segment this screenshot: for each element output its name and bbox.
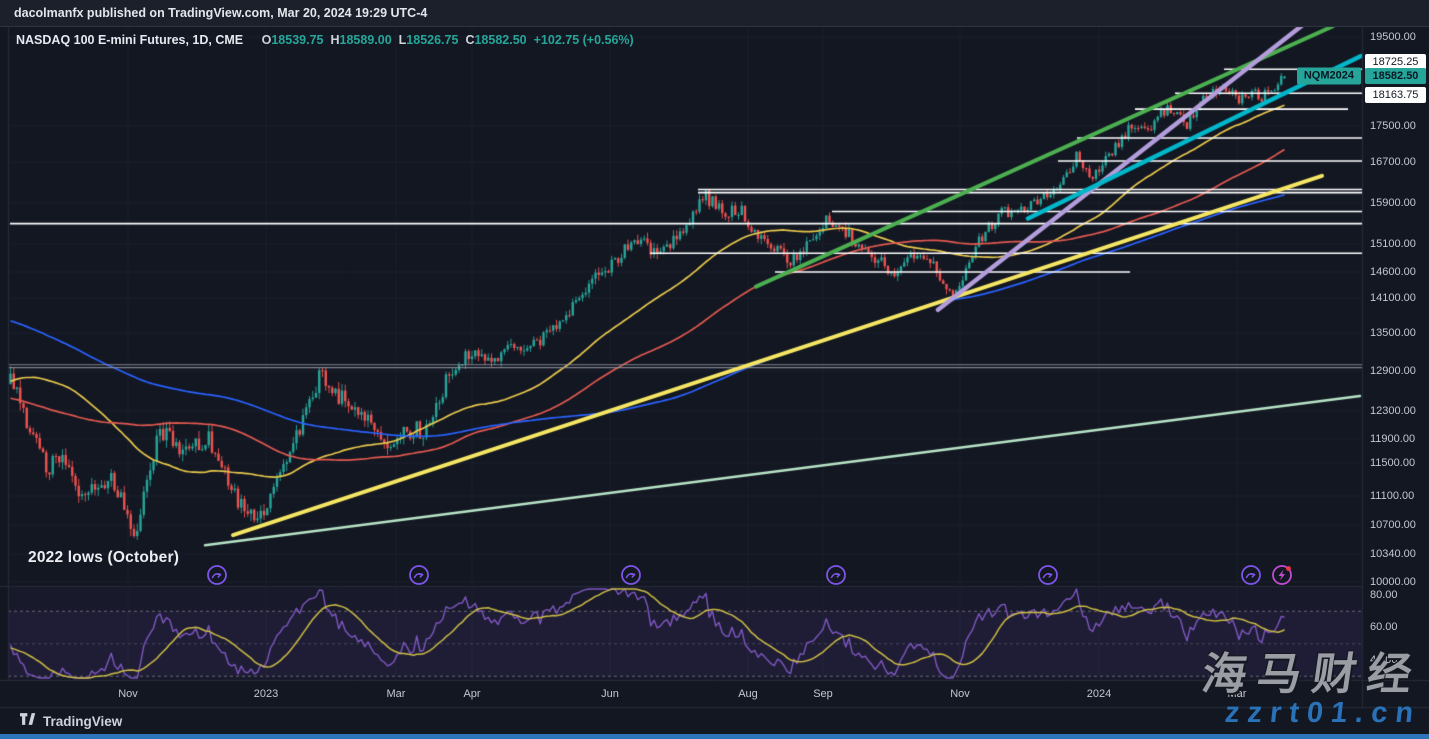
ohlc-close-value: 18582.50 (474, 33, 526, 47)
trend-arrow-drawing-icon[interactable] (620, 564, 642, 586)
trend-arrow-drawing-icon[interactable] (206, 564, 228, 586)
price-scale-label: 10340.00 (1370, 548, 1416, 560)
price-scale-label: 10700.00 (1370, 519, 1416, 531)
price-scale-label: 10000.00 (1370, 576, 1416, 588)
time-scale-label: Jun (601, 688, 619, 700)
ohlc-low-value: 18526.75 (406, 33, 458, 47)
trend-arrow-drawing-icon[interactable] (1037, 564, 1059, 586)
price-scale-label: 12900.00 (1370, 365, 1416, 377)
price-scale-label: 15100.00 (1370, 238, 1416, 250)
flash-drawing-icon[interactable] (1271, 564, 1293, 586)
price-scale-label: 19500.00 (1370, 31, 1416, 43)
time-scale-label: Mar (387, 688, 406, 700)
price-chart-canvas[interactable] (0, 0, 1429, 739)
tradingview-published-chart: { "publish_bar": { "text": "dacolmanfx p… (0, 0, 1429, 739)
price-scale-label: 11900.00 (1370, 433, 1415, 445)
trend-arrow-drawing-icon[interactable] (825, 564, 847, 586)
publish-text: dacolmanfx published on TradingView.com,… (14, 6, 427, 20)
chart-legend: NASDAQ 100 E-mini Futures, 1D, CME O1853… (16, 33, 634, 47)
tradingview-logo-text: TradingView (43, 714, 122, 729)
watermark-cjk: 海马财经 (1199, 638, 1428, 702)
time-scale-label: Aug (738, 688, 758, 700)
change-value: +102.75 (+0.56%) (534, 33, 634, 47)
rsi-scale-label: 80.00 (1370, 589, 1398, 601)
publish-bar: dacolmanfx published on TradingView.com,… (0, 0, 1429, 27)
time-scale-label: 2024 (1087, 688, 1111, 700)
tradingview-logo[interactable]: TradingView (20, 712, 122, 731)
trend-arrow-drawing-icon[interactable] (408, 564, 430, 586)
time-axis[interactable]: Nov2023MarAprJunAugSepNov2024Mar (0, 681, 1362, 707)
price-scale-label: 12300.00 (1370, 405, 1416, 417)
time-scale-label: Nov (950, 688, 970, 700)
price-scale-label: 13500.00 (1370, 327, 1416, 339)
price-scale-label: 14100.00 (1370, 292, 1416, 304)
price-scale-label: 17500.00 (1370, 120, 1416, 132)
time-scale-label: Apr (463, 688, 480, 700)
ohlc-open-value: 18539.75 (271, 33, 323, 47)
price-scale-label: 15900.00 (1370, 197, 1416, 209)
price-scale-label: 14600.00 (1370, 266, 1416, 278)
series-label-nqm2024: NQM2024 (1297, 68, 1361, 85)
price-label-support: 18163.75 (1365, 87, 1426, 103)
trend-arrow-drawing-icon[interactable] (1240, 564, 1262, 586)
price-scale-label: 16700.00 (1370, 156, 1416, 168)
symbol-title: NASDAQ 100 E-mini Futures, 1D, CME (16, 33, 243, 47)
ohlc-high-value: 18589.00 (340, 33, 392, 47)
time-scale-label: 2023 (254, 688, 278, 700)
price-scale-label: 11500.00 (1370, 457, 1415, 469)
text-annotation-2022-lows[interactable]: 2022 lows (October) (28, 549, 179, 567)
ohlc-open-key: O (262, 33, 272, 47)
bottom-blue-bar (0, 734, 1429, 739)
ohlc-high-key: H (330, 33, 339, 47)
rsi-scale-label: 60.00 (1370, 621, 1398, 633)
time-scale-label: Sep (813, 688, 833, 700)
watermark-url: zzrt01.cn (1223, 697, 1423, 730)
time-scale-label: Nov (118, 688, 138, 700)
tradingview-logo-icon (20, 712, 37, 731)
price-scale-label: 11100.00 (1370, 490, 1414, 502)
price-label-last: 18582.50 (1365, 68, 1426, 84)
